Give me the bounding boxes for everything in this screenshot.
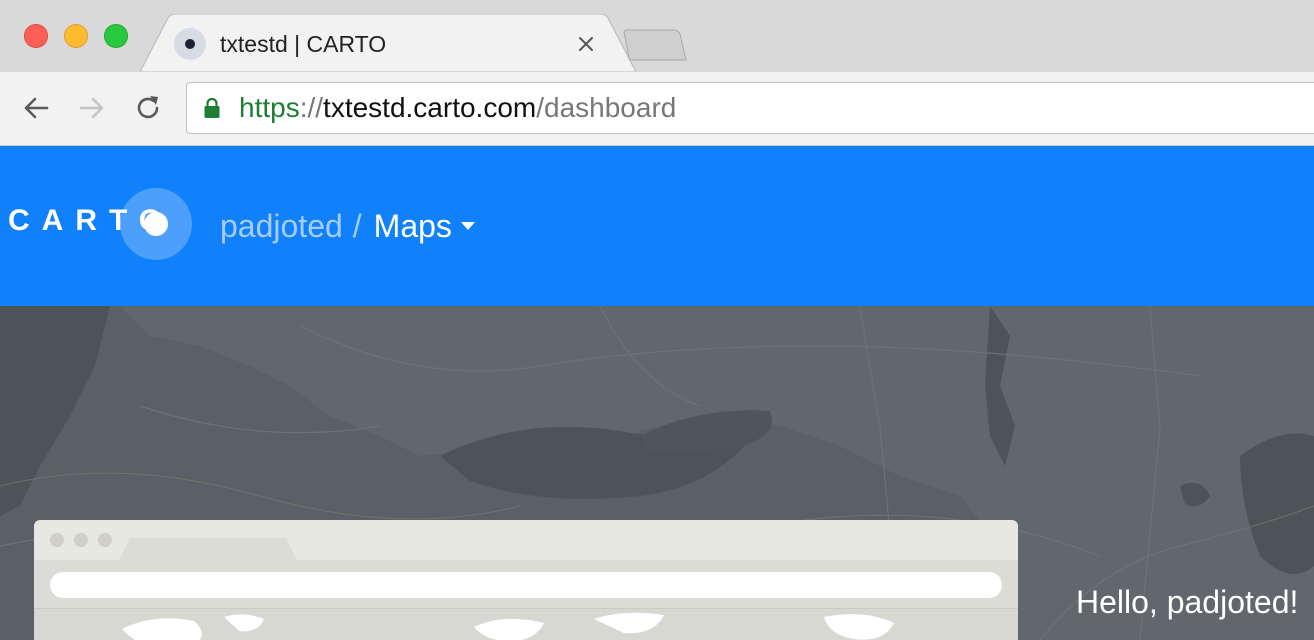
url-scheme: https	[239, 92, 300, 123]
window-maximize-button[interactable]	[104, 24, 128, 48]
breadcrumb-user-link[interactable]: padjoted	[220, 206, 343, 246]
carto-logo-dot	[144, 212, 168, 236]
back-arrow-icon	[24, 97, 49, 119]
window-minimize-button[interactable]	[64, 24, 88, 48]
forward-button[interactable]	[74, 90, 110, 126]
reload-button[interactable]	[130, 90, 166, 126]
url-text[interactable]: https://txtestd.carto.com/dashboard	[239, 83, 676, 133]
address-bar[interactable]: https://txtestd.carto.com/dashboard	[186, 82, 1314, 134]
illustration-map-shapes	[122, 612, 894, 640]
forward-arrow-icon	[79, 97, 104, 119]
close-icon	[579, 37, 593, 51]
window-close-button[interactable]	[24, 24, 48, 48]
map-hero: Hello, padjoted!	[0, 306, 1314, 640]
tab-favicon-icon	[174, 28, 206, 60]
reload-icon	[137, 96, 159, 119]
illustration-map	[34, 608, 1018, 640]
caret-down-icon[interactable]	[460, 221, 476, 231]
breadcrumb-separator: /	[352, 208, 362, 244]
url-host: txtestd.carto.com	[323, 92, 537, 123]
greeting-text: Hello, padjoted!	[1076, 584, 1299, 620]
browser-tab-strip: txtestd | CARTO	[0, 0, 1314, 74]
back-button[interactable]	[18, 90, 54, 126]
breadcrumb: padjoted / Maps	[220, 206, 476, 246]
browser-toolbar: https://txtestd.carto.com/dashboard	[0, 72, 1314, 146]
active-tab[interactable]	[140, 14, 636, 74]
tab-close-button[interactable]	[572, 30, 600, 58]
tab-title: txtestd | CARTO	[220, 31, 387, 57]
url-path: /dashboard	[536, 92, 677, 123]
illustration-dot	[98, 533, 112, 547]
carto-header: CARTO padjoted / Maps	[0, 146, 1314, 306]
breadcrumb-section-dropdown[interactable]: Maps	[374, 206, 452, 246]
new-tab-button[interactable]	[620, 26, 690, 66]
browser-illustration	[34, 520, 1018, 640]
url-separator: ://	[299, 92, 324, 123]
lock-icon	[204, 97, 220, 118]
illustration-dot	[74, 533, 88, 547]
illustration-url-bar	[50, 572, 1002, 598]
illustration-dot	[50, 533, 64, 547]
